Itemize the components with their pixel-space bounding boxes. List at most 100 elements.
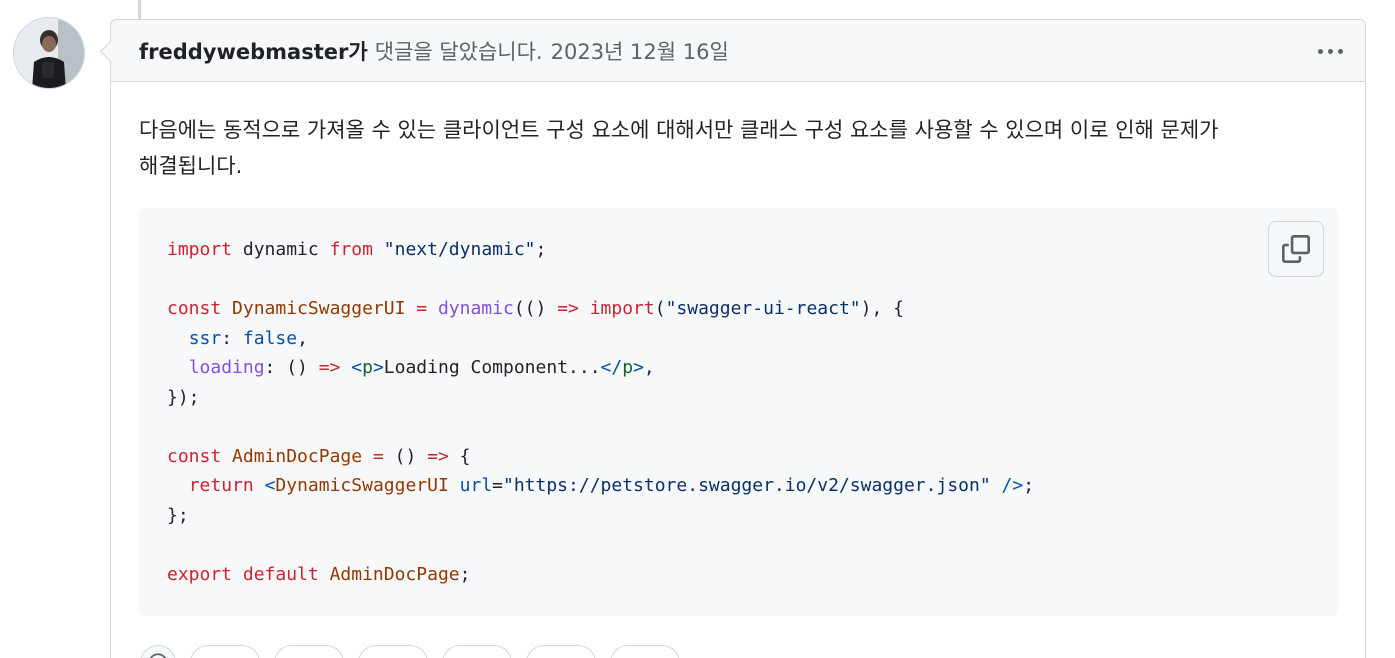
code-token: : () bbox=[264, 357, 319, 378]
code-content: import dynamic from "next/dynamic"; cons… bbox=[167, 235, 1338, 589]
code-token: = bbox=[416, 298, 428, 319]
code-block: import dynamic from "next/dynamic"; cons… bbox=[139, 208, 1338, 616]
comment-body: 다음에는 동적으로 가져올 수 있는 클라이언트 구성 요소에 대해서만 클래스… bbox=[111, 82, 1365, 616]
code-token: > bbox=[633, 357, 644, 378]
code-token: = bbox=[492, 475, 503, 496]
comment-action: 댓글을 달았습니다. bbox=[374, 39, 543, 64]
code-token: DynamicSwaggerUI bbox=[275, 475, 449, 496]
code-token: false bbox=[242, 327, 298, 349]
reaction-pill[interactable] bbox=[526, 645, 596, 658]
code-token: url bbox=[459, 475, 493, 496]
reaction-pill[interactable] bbox=[610, 645, 680, 658]
code-token: < bbox=[264, 475, 276, 496]
comment-text: 다음에는 동적으로 가져올 수 있는 클라이언트 구성 요소에 대해서만 클래스… bbox=[139, 112, 1337, 184]
code-token: ssr bbox=[188, 327, 222, 349]
code-token: dynamic bbox=[437, 298, 514, 319]
issue-page: freddywebmaster가 댓글을 달았습니다. 2023년 12월 16… bbox=[0, 0, 1395, 658]
code-token: import bbox=[167, 239, 233, 260]
code-token: ( bbox=[654, 298, 666, 319]
code-line: const AdminDocPage = () => { bbox=[167, 442, 1338, 472]
reaction-pill[interactable] bbox=[442, 645, 512, 658]
code-token: , bbox=[297, 327, 308, 349]
comment-text-line-2: 해결됩니다. bbox=[139, 154, 243, 178]
smiley-icon bbox=[149, 653, 167, 658]
reaction-pill[interactable] bbox=[358, 645, 428, 658]
comment-author[interactable]: freddywebmaster가 bbox=[139, 36, 368, 66]
code-token: p bbox=[622, 357, 634, 378]
code-token: const bbox=[167, 445, 222, 467]
code-token: = bbox=[372, 445, 384, 467]
code-token: "https://petstore.swagger.io/v2/swagger.… bbox=[503, 475, 991, 496]
comment-header: freddywebmaster가 댓글을 달았습니다. 2023년 12월 16… bbox=[111, 20, 1365, 82]
code-line: const DynamicSwaggerUI = dynamic(() => i… bbox=[167, 294, 1338, 324]
code-token: < bbox=[351, 357, 363, 378]
code-token: dynamic bbox=[232, 239, 330, 260]
code-line: export default AdminDocPage; bbox=[167, 560, 1338, 590]
avatar[interactable] bbox=[13, 17, 85, 89]
code-token: default bbox=[242, 563, 319, 585]
reaction-pill[interactable] bbox=[274, 645, 344, 658]
code-token: AdminDocPage bbox=[329, 563, 460, 585]
comment-text-line-1: 다음에는 동적으로 가져올 수 있는 클라이언트 구성 요소에 대해서만 클래스… bbox=[139, 118, 1219, 142]
code-token: loading bbox=[188, 357, 265, 378]
code-token: from bbox=[329, 239, 373, 260]
code-token: => bbox=[427, 445, 449, 467]
code-token: p bbox=[362, 357, 373, 378]
code-token: export bbox=[167, 563, 233, 585]
code-token: "swagger-ui-react" bbox=[665, 298, 861, 319]
kebab-horizontal-icon[interactable] bbox=[1313, 38, 1347, 64]
comment-box: freddywebmaster가 댓글을 달았습니다. 2023년 12월 16… bbox=[110, 19, 1366, 658]
code-line: }); bbox=[167, 383, 1338, 413]
code-token: => bbox=[557, 298, 579, 319]
code-line: loading: () => <p>Loading Component...</… bbox=[167, 353, 1338, 383]
code-token: return bbox=[188, 475, 254, 496]
code-token: ; bbox=[535, 239, 547, 260]
code-token: Loading Component... bbox=[383, 357, 601, 378]
code-token: ; bbox=[1023, 475, 1035, 496]
timeline-line bbox=[138, 0, 141, 19]
code-token: "next/dynamic" bbox=[383, 239, 536, 260]
code-token: (() bbox=[513, 298, 558, 319]
code-token: /> bbox=[1001, 475, 1024, 496]
code-token: DynamicSwaggerUI bbox=[232, 298, 406, 319]
code-token: : bbox=[221, 327, 243, 349]
code-token: => bbox=[318, 357, 341, 378]
code-token: const bbox=[167, 298, 222, 319]
code-line: import dynamic from "next/dynamic"; bbox=[167, 235, 1338, 265]
add-reaction-button[interactable] bbox=[140, 645, 176, 658]
code-token: AdminDocPage bbox=[232, 445, 363, 467]
code-token: ; bbox=[459, 563, 471, 585]
code-token: , bbox=[643, 357, 655, 378]
comment-date[interactable]: 2023년 12월 16일 bbox=[551, 36, 729, 66]
code-line: return <DynamicSwaggerUI url="https://pe… bbox=[167, 471, 1338, 501]
code-token: ), { bbox=[860, 298, 905, 319]
code-line: }; bbox=[167, 501, 1338, 531]
copy-button[interactable] bbox=[1268, 221, 1324, 277]
copy-icon bbox=[1282, 235, 1310, 263]
reaction-pill[interactable] bbox=[190, 645, 260, 658]
code-token: }); bbox=[167, 386, 200, 408]
code-token: > bbox=[372, 357, 384, 378]
code-token: () bbox=[383, 445, 428, 467]
code-line: ssr: false, bbox=[167, 324, 1338, 354]
reactions-bar bbox=[140, 645, 680, 658]
